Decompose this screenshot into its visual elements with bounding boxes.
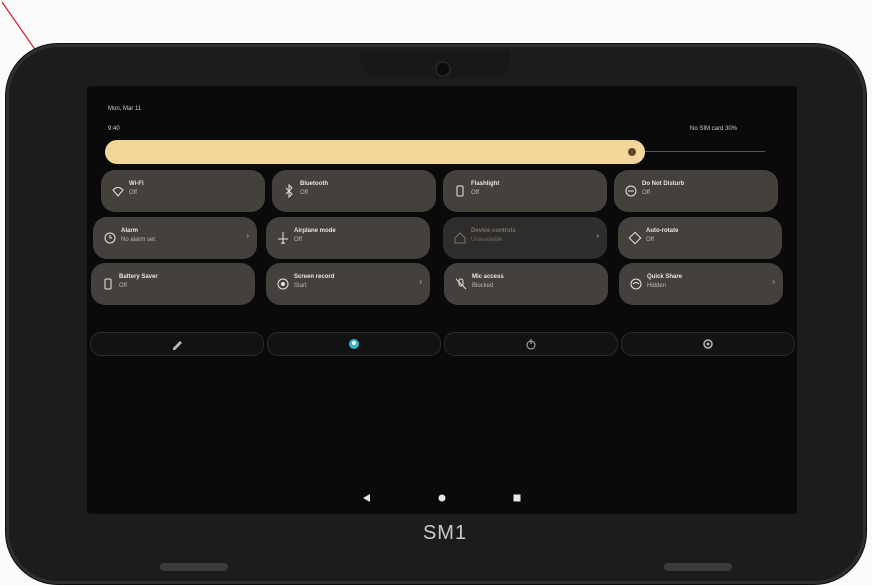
tile-title: Flashlight	[471, 181, 500, 187]
tile-subtitle: Hidden	[647, 283, 667, 289]
tile-screen-record[interactable]: Screen record Start ›	[266, 263, 430, 305]
tile-title: Quick Share	[647, 274, 683, 280]
camera	[437, 63, 449, 75]
status-right: No SIM card 30%	[690, 126, 737, 132]
recents-button[interactable]	[512, 493, 522, 503]
tile-title: Auto-rotate	[646, 228, 679, 234]
tile-title: Airplane mode	[294, 228, 336, 234]
tile-subtitle: Unavailable	[471, 237, 503, 243]
power-icon	[526, 339, 536, 350]
tile-auto-rotate[interactable]: Auto-rotate Off	[618, 217, 782, 259]
brightness-slider[interactable]	[105, 140, 645, 164]
tile-subtitle: Off	[646, 237, 654, 243]
brightness-icon	[628, 148, 636, 156]
power-button[interactable]	[444, 332, 618, 356]
tile-subtitle: No alarm set	[121, 237, 156, 243]
chevron-right-icon: ›	[772, 277, 775, 286]
tile-wifi[interactable]: Wi-Fi Off	[101, 170, 265, 212]
tile-subtitle: Off	[471, 190, 479, 196]
tile-title: Battery Saver	[119, 274, 158, 280]
foot-left	[160, 563, 228, 571]
tile-title: Do Not Disturb	[642, 181, 685, 187]
screen-record-icon	[277, 278, 289, 290]
home-button[interactable]	[437, 493, 447, 503]
tile-subtitle: Off	[300, 190, 308, 196]
wifi-icon	[112, 187, 124, 197]
tile-airplane-mode[interactable]: Airplane mode Off	[266, 217, 430, 259]
edit-button[interactable]	[90, 332, 264, 356]
do-not-disturb-icon	[625, 185, 637, 197]
tile-title: Screen record	[294, 274, 335, 280]
tile-title: Device controls	[471, 228, 516, 234]
tile-mic-access[interactable]: Mic access Blocked	[444, 263, 608, 305]
rotate-icon	[628, 231, 642, 245]
tile-title: Alarm	[121, 228, 139, 234]
top-bezel	[360, 50, 510, 78]
tile-title: Wi-Fi	[129, 181, 144, 187]
airplane-icon	[278, 232, 288, 244]
flashlight-icon	[456, 185, 464, 197]
status-time: 9:40	[108, 126, 120, 132]
tile-subtitle: Start	[294, 283, 307, 289]
tile-subtitle: Off	[129, 190, 137, 196]
tile-quick-share[interactable]: Quick Share Hidden ›	[619, 263, 783, 305]
tile-title: Bluetooth	[300, 181, 328, 187]
tile-subtitle: Off	[642, 190, 650, 196]
tile-title: Mic access	[472, 274, 504, 280]
tile-subtitle: Blocked	[472, 283, 494, 289]
quick-share-icon	[630, 278, 642, 290]
tile-device-controls: Device controls Unavailable ›	[443, 217, 607, 259]
home-icon	[454, 232, 466, 244]
battery-level: 30%	[725, 126, 738, 132]
chevron-right-icon: ›	[596, 231, 599, 240]
chevron-right-icon: ›	[419, 277, 422, 286]
settings-button[interactable]	[621, 332, 795, 356]
battery-icon	[104, 278, 112, 290]
tile-bluetooth[interactable]: Bluetooth Off	[272, 170, 436, 212]
tile-subtitle: Off	[294, 237, 302, 243]
foot-right	[664, 563, 732, 571]
tile-alarm[interactable]: Alarm No alarm set ›	[93, 217, 257, 259]
user-icon	[349, 339, 359, 349]
chevron-right-icon: ›	[246, 231, 249, 240]
sim-status: No SIM card	[690, 126, 724, 132]
tile-do-not-disturb[interactable]: Do Not Disturb Off	[614, 170, 778, 212]
alarm-icon	[104, 232, 116, 244]
mic-off-icon	[455, 278, 467, 290]
tile-battery-saver[interactable]: Battery Saver Off	[91, 263, 255, 305]
brand-logo: SM1	[422, 522, 468, 544]
user-button[interactable]	[267, 332, 441, 356]
bluetooth-icon	[285, 184, 293, 198]
back-button[interactable]	[362, 493, 372, 503]
tile-subtitle: Off	[119, 283, 127, 289]
edit-icon	[173, 341, 182, 350]
tile-flashlight[interactable]: Flashlight Off	[443, 170, 607, 212]
status-date: Mon, Mar 11	[108, 106, 142, 112]
settings-icon	[703, 339, 713, 349]
